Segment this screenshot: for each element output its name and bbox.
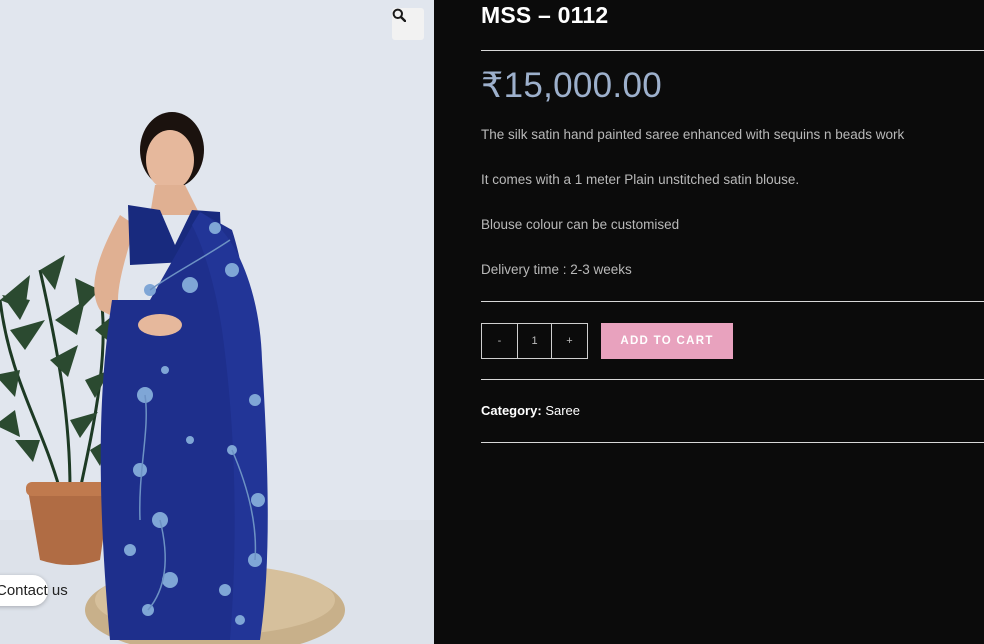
product-meta: Category: Saree [481,403,580,418]
description-line: Delivery time : 2-3 weeks [481,262,632,277]
description-line: It comes with a 1 meter Plain unstitched… [481,172,800,187]
quantity-decrease-button[interactable]: - [482,324,517,358]
category-label: Category: [481,403,542,418]
divider [481,301,984,302]
divider [481,379,984,380]
divider [481,442,984,443]
description-line: Blouse colour can be customised [481,217,680,232]
product-price: ₹15,000.00 [481,66,662,105]
zoom-button[interactable] [392,8,424,40]
category-link[interactable]: Saree [545,403,580,418]
magnifier-icon [392,8,406,22]
description-line: The silk satin hand painted saree enhanc… [481,127,905,142]
product-summary: MSS – 0112 ₹15,000.00 The silk satin han… [481,0,984,644]
product-image-gallery[interactable] [0,0,434,644]
add-to-cart-button[interactable]: ADD TO CART [601,323,733,359]
contact-us-button[interactable]: Contact us [0,575,68,606]
quantity-input[interactable]: 1 [517,324,552,358]
quantity-increase-button[interactable]: + [552,324,587,358]
quantity-stepper: - 1 + [481,323,588,359]
product-photo [0,0,434,644]
product-title: MSS – 0112 [481,2,609,28]
divider [481,50,984,51]
